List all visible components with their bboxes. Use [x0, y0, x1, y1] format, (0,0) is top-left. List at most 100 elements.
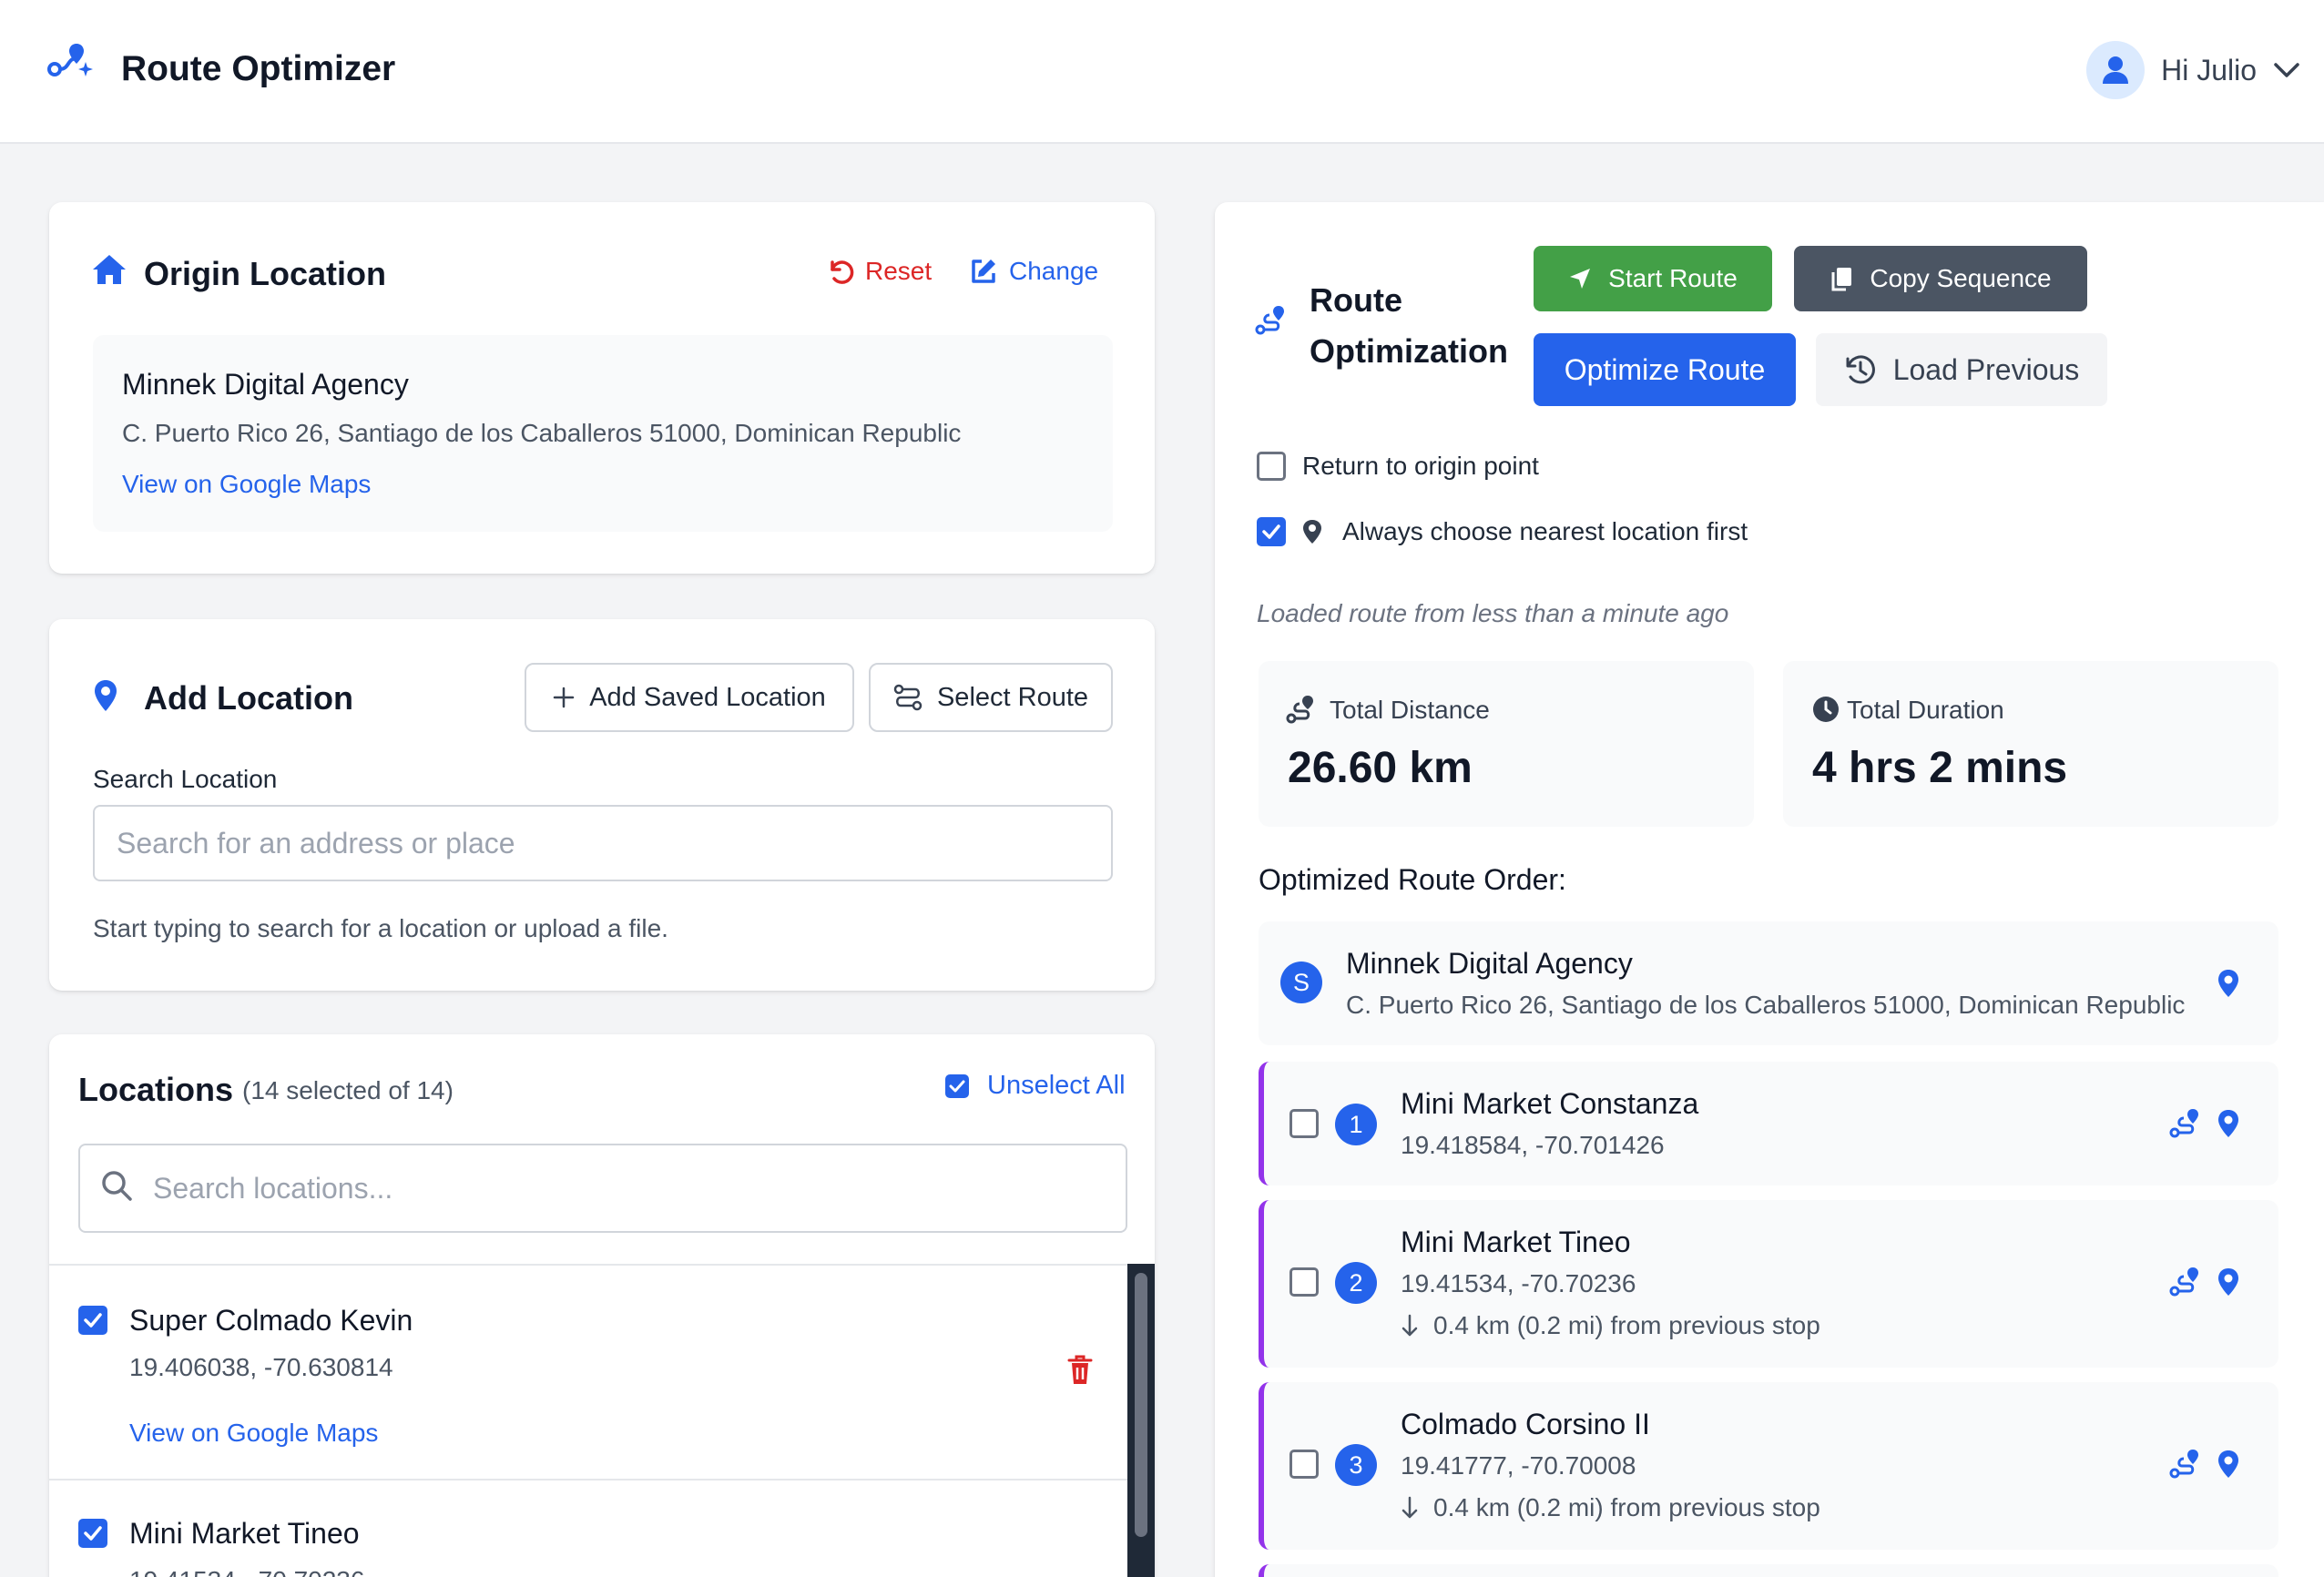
- add-location-card: Add Location Add Saved Location Select R…: [49, 619, 1155, 991]
- reset-label: Reset: [865, 257, 933, 285]
- stop-checkbox[interactable]: [1289, 1450, 1319, 1479]
- nearest-first-checkbox[interactable]: [1257, 517, 1286, 546]
- map-pin-icon[interactable]: [2217, 969, 2240, 998]
- route-stop-card: 2 Mini Market Tineo 19.41534, -70.70236 …: [1259, 1200, 2278, 1368]
- stop-checkbox[interactable]: [1289, 1267, 1319, 1297]
- locations-search-input[interactable]: [78, 1144, 1127, 1233]
- user-greeting: Hi Julio: [2161, 53, 2257, 86]
- locations-scrollbar[interactable]: [1127, 1264, 1155, 1577]
- origin-location-card: Origin Location Reset Change Minnek Digi…: [49, 202, 1155, 574]
- map-pin-icon[interactable]: [2217, 1267, 2240, 1297]
- origin-address: C. Puerto Rico 26, Santiago de los Cabal…: [122, 419, 962, 447]
- total-duration-value: 4 hrs 2 mins: [1812, 744, 2068, 792]
- history-icon: [1844, 353, 1877, 386]
- arrow-down-icon: [1401, 1314, 1419, 1338]
- add-saved-location-button[interactable]: Add Saved Location: [525, 663, 854, 732]
- map-pin-icon: [93, 679, 118, 712]
- location-name: Mini Market Tineo: [129, 1517, 360, 1550]
- select-route-label: Select Route: [936, 682, 1089, 712]
- optimize-route-label: Optimize Route: [1564, 352, 1766, 386]
- chevron-down-icon: [2273, 61, 2300, 79]
- clock-icon: [1812, 696, 1840, 723]
- stop-coords: 19.41777, -70.70008: [1401, 1451, 1636, 1480]
- change-button[interactable]: Change: [969, 257, 1098, 286]
- unselect-all-label: Unselect All: [987, 1071, 1126, 1100]
- arrow-down-icon: [1401, 1496, 1419, 1520]
- map-pin-icon[interactable]: [2217, 1109, 2240, 1138]
- unselect-all-button[interactable]: Unselect All: [945, 1071, 1126, 1101]
- location-maps-link[interactable]: View on Google Maps: [129, 1419, 378, 1448]
- navigation-arrow-icon: [1568, 267, 1592, 290]
- location-item: Mini Market Tineo 19.41534, -70.70236: [49, 1479, 1144, 1577]
- distance-from-previous: 0.4 km (0.2 mi) from previous stop: [1401, 1493, 1820, 1522]
- location-coords: 19.406038, -70.630814: [129, 1353, 393, 1381]
- route-directions-icon[interactable]: [2169, 1448, 2200, 1480]
- app-header: Route Optimizer Hi Julio: [0, 0, 2324, 144]
- stop-coords: 19.418584, -70.701426: [1401, 1131, 1665, 1159]
- select-route-button[interactable]: Select Route: [869, 663, 1113, 732]
- route-title-line2: Optimization: [1310, 332, 1508, 370]
- stop-name: Mini Market Constanza: [1401, 1087, 1699, 1120]
- location-pin-icon: [1302, 519, 1322, 544]
- check-icon: [84, 1526, 102, 1541]
- distance-text: 0.4 km (0.2 mi) from previous stop: [1433, 1493, 1820, 1521]
- total-distance-value: 26.60 km: [1288, 744, 1473, 792]
- change-label: Change: [1009, 257, 1099, 285]
- stop-number-badge: 2: [1335, 1262, 1377, 1304]
- home-icon: [91, 253, 127, 286]
- location-checkbox[interactable]: [78, 1306, 107, 1335]
- delete-location-button[interactable]: [1067, 1355, 1093, 1386]
- route-optimization-card: Route Optimization Start Route Copy Sequ…: [1215, 202, 2324, 1577]
- route-stop-card: 3 Colmado Corsino II 19.41777, -70.70008…: [1259, 1382, 2278, 1550]
- start-stop-card: S Minnek Digital Agency C. Puerto Rico 2…: [1259, 921, 2278, 1045]
- stop-name: Minnek Digital Agency: [1346, 947, 1633, 980]
- edit-icon: [969, 257, 998, 286]
- copy-sequence-button[interactable]: Copy Sequence: [1794, 246, 2087, 311]
- route-title-line1: Route: [1310, 281, 1402, 319]
- stop-name: Colmado Corsino II: [1401, 1408, 1650, 1440]
- location-checkbox[interactable]: [78, 1519, 107, 1548]
- locations-title: Locations: [78, 1071, 234, 1108]
- route-icon: [1255, 304, 1286, 337]
- return-origin-option[interactable]: Return to origin point: [1257, 452, 1539, 481]
- route-title: Route Optimization: [1310, 275, 1508, 377]
- route-directions-icon[interactable]: [2169, 1107, 2200, 1140]
- stop-coords: 19.41534, -70.70236: [1401, 1269, 1636, 1297]
- load-previous-label: Load Previous: [1892, 352, 2080, 386]
- total-distance-card: Total Distance 26.60 km: [1259, 661, 1754, 827]
- start-route-button[interactable]: Start Route: [1534, 246, 1772, 311]
- reset-button[interactable]: Reset: [825, 257, 932, 286]
- search-icon: [100, 1169, 133, 1202]
- nearest-first-option[interactable]: Always choose nearest location first: [1257, 517, 1748, 546]
- next-stop-card-edge: [1259, 1564, 2278, 1577]
- total-duration-card: Total Duration 4 hrs 2 mins: [1783, 661, 2278, 827]
- return-origin-checkbox[interactable]: [1257, 452, 1286, 481]
- route-icon: [893, 684, 922, 711]
- locations-count: (14 selected of 14): [242, 1076, 454, 1104]
- load-previous-button[interactable]: Load Previous: [1816, 333, 2107, 406]
- user-icon: [2103, 56, 2129, 84]
- check-icon: [1262, 524, 1280, 539]
- optimize-route-button[interactable]: Optimize Route: [1534, 333, 1796, 406]
- copy-icon: [1830, 266, 1853, 291]
- start-badge: S: [1280, 961, 1322, 1003]
- origin-details: Minnek Digital Agency C. Puerto Rico 26,…: [93, 335, 1113, 532]
- stop-number-badge: 3: [1335, 1444, 1377, 1486]
- route-stop-card: 1 Mini Market Constanza 19.418584, -70.7…: [1259, 1062, 2278, 1185]
- route-directions-icon[interactable]: [2169, 1266, 2200, 1298]
- loaded-route-note: Loaded route from less than a minute ago: [1257, 599, 1729, 627]
- stop-name: Mini Market Tineo: [1401, 1226, 1631, 1258]
- location-name: Super Colmado Kevin: [129, 1304, 413, 1337]
- user-menu[interactable]: Hi Julio: [2086, 40, 2300, 100]
- copy-sequence-label: Copy Sequence: [1870, 264, 2052, 292]
- search-help-text: Start typing to search for a location or…: [93, 914, 668, 942]
- search-location-input[interactable]: [93, 805, 1113, 881]
- map-pin-icon[interactable]: [2217, 1450, 2240, 1479]
- scrollbar-thumb[interactable]: [1135, 1273, 1147, 1537]
- location-coords: 19.41534, -70.70236: [129, 1566, 364, 1577]
- unselect-all-checkbox[interactable]: [945, 1073, 969, 1098]
- return-origin-label: Return to origin point: [1302, 452, 1539, 480]
- stop-checkbox[interactable]: [1289, 1109, 1319, 1138]
- origin-maps-link[interactable]: View on Google Maps: [122, 470, 371, 499]
- total-duration-label: Total Duration: [1847, 696, 2004, 724]
